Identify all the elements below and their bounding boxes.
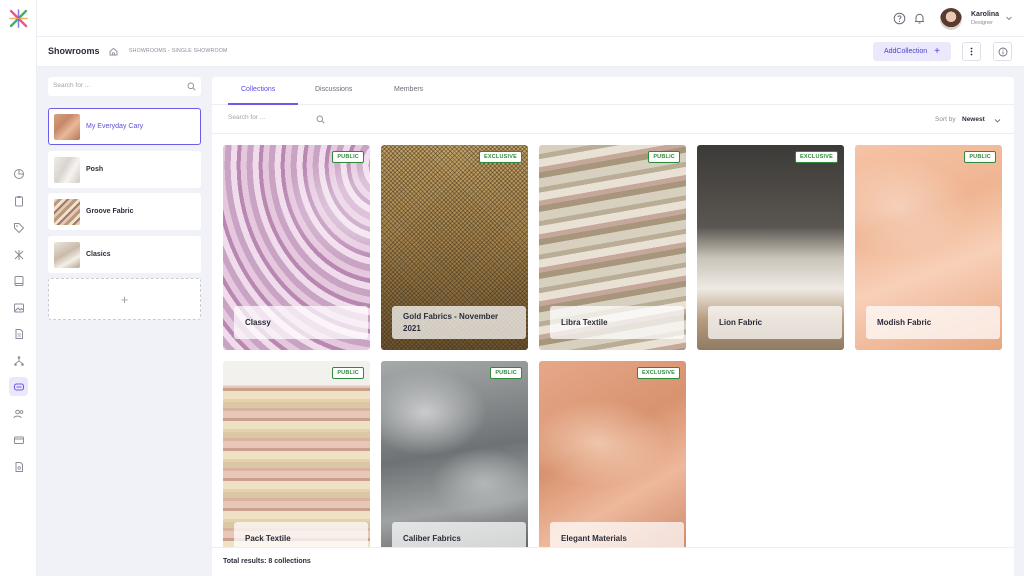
clipboard-icon[interactable] xyxy=(9,191,28,210)
collection-card[interactable]: EXCLUSIVE Lion Fabric xyxy=(697,145,844,350)
collection-name: Pack Textile xyxy=(245,533,291,543)
plus-icon: + xyxy=(934,46,941,57)
top-bar: Karolina Designer xyxy=(37,0,1024,37)
showroom-thumbnail xyxy=(54,199,80,225)
help-circle-icon[interactable] xyxy=(893,12,906,25)
collections-panel: Collections Discussions Members Sort by … xyxy=(212,77,1014,576)
user-role: Designer xyxy=(971,20,994,26)
visibility-badge: EXCLUSIVE xyxy=(479,151,522,163)
visibility-badge: EXCLUSIVE xyxy=(795,151,838,163)
page-title: Showrooms xyxy=(48,46,100,56)
collection-card[interactable]: PUBLIC Libra Textile xyxy=(539,145,686,350)
hierarchy-icon[interactable] xyxy=(9,351,28,370)
info-icon xyxy=(998,47,1007,56)
collection-card[interactable]: PUBLIC Modish Fabric xyxy=(855,145,1002,350)
collection-name: Modish Fabric xyxy=(877,317,932,327)
collection-name-box: Lion Fabric xyxy=(708,306,842,339)
search-icon[interactable] xyxy=(187,82,196,91)
visibility-badge: PUBLIC xyxy=(964,151,996,163)
showroom-search xyxy=(48,77,201,96)
more-options-button[interactable] xyxy=(962,42,981,61)
tag-icon[interactable] xyxy=(9,218,28,237)
results-footer: Total results: 8 collections xyxy=(212,547,1014,576)
tab-collections[interactable]: Collections xyxy=(241,86,275,93)
collection-name: Libra Textile xyxy=(561,317,608,327)
plus-icon: + xyxy=(120,291,129,307)
document-icon[interactable] xyxy=(9,324,28,343)
search-icon[interactable] xyxy=(316,115,325,124)
collection-card[interactable]: PUBLIC Classy xyxy=(223,145,370,350)
collection-name-box: Caliber Fabrics xyxy=(392,522,526,547)
collection-name-box: Elegant Materials xyxy=(550,522,684,547)
collection-name: Classy xyxy=(245,317,271,327)
collection-name-box: Pack Textile xyxy=(234,522,368,547)
app-logo[interactable] xyxy=(8,8,29,29)
breadcrumb[interactable]: SHOWROOMS - SINGLE SHOWROOM xyxy=(129,48,228,54)
add-collection-label: AddCollection xyxy=(883,48,928,55)
collection-name-box: Modish Fabric xyxy=(866,306,1000,339)
tab-bar: Collections Discussions Members xyxy=(212,77,1014,105)
users-icon[interactable] xyxy=(9,404,28,423)
add-showroom-button[interactable]: + xyxy=(48,278,201,320)
showroom-label: Groove Fabric xyxy=(86,208,134,215)
chevron-down-icon[interactable] xyxy=(994,117,1001,124)
page-header: Showrooms SHOWROOMS - SINGLE SHOWROOM Ad… xyxy=(37,37,1024,67)
showroom-item-posh[interactable]: Posh xyxy=(48,151,201,188)
collections-toolbar: Sort by Newest xyxy=(212,105,1014,134)
collections-grid: PUBLIC Classy EXCLUSIVE Gold Fabrics - N… xyxy=(212,134,1014,547)
showroom-search-input[interactable] xyxy=(53,82,183,89)
chevron-down-icon[interactable] xyxy=(1005,14,1013,22)
collection-card[interactable]: PUBLIC Caliber Fabrics xyxy=(381,361,528,547)
collection-card[interactable]: PUBLIC Pack Textile xyxy=(223,361,370,547)
dashboard-icon[interactable] xyxy=(9,164,28,183)
showroom-label: Posh xyxy=(86,166,104,173)
sort-label: Sort by xyxy=(935,116,956,123)
showroom-label: My Everyday Cary xyxy=(86,123,144,130)
collection-name: Caliber Fabrics xyxy=(403,533,461,543)
book-icon[interactable] xyxy=(9,271,28,290)
sort-dropdown[interactable]: Newest xyxy=(962,116,985,123)
collection-name-box: Classy xyxy=(234,306,368,339)
showroom-item-clasics[interactable]: Clasics xyxy=(48,236,201,273)
user-name[interactable]: Karolina xyxy=(971,11,999,18)
collection-search-input[interactable] xyxy=(228,114,308,121)
total-results: Total results: 8 collections xyxy=(223,558,311,565)
visibility-badge: PUBLIC xyxy=(332,151,364,163)
add-collection-button[interactable]: AddCollection + xyxy=(873,42,951,61)
info-button[interactable] xyxy=(993,42,1012,61)
file-settings-icon[interactable] xyxy=(9,457,28,476)
tab-discussions[interactable]: Discussions xyxy=(315,86,352,93)
showroom-thumbnail xyxy=(54,157,80,183)
collection-name-box: Libra Textile xyxy=(550,306,684,339)
showroom-label: Clasics xyxy=(86,251,111,258)
visibility-badge: EXCLUSIVE xyxy=(637,367,680,379)
collection-card[interactable]: EXCLUSIVE Elegant Materials xyxy=(539,361,686,547)
showroom-icon[interactable] xyxy=(9,377,28,396)
left-nav-rail xyxy=(0,0,37,576)
avatar[interactable] xyxy=(940,8,962,30)
card-icon[interactable] xyxy=(9,430,28,449)
showroom-item-my-everyday-cary[interactable]: My Everyday Cary xyxy=(48,108,201,145)
collection-name-box: Gold Fabrics - November 2021 xyxy=(392,306,526,339)
image-icon[interactable] xyxy=(9,298,28,317)
home-icon[interactable] xyxy=(109,47,118,56)
visibility-badge: PUBLIC xyxy=(332,367,364,379)
collection-name: Lion Fabric xyxy=(719,317,763,327)
visibility-badge: PUBLIC xyxy=(648,151,680,163)
showroom-thumbnail xyxy=(54,114,80,140)
collection-name: Gold Fabrics - November 2021 xyxy=(403,311,499,333)
collection-card[interactable]: EXCLUSIVE Gold Fabrics - November 2021 xyxy=(381,145,528,350)
tab-members[interactable]: Members xyxy=(394,86,423,93)
visibility-badge: PUBLIC xyxy=(490,367,522,379)
collection-name: Elegant Materials xyxy=(561,533,627,543)
showroom-thumbnail xyxy=(54,242,80,268)
showroom-item-groove-fabric[interactable]: Groove Fabric xyxy=(48,193,201,230)
vertical-dots-icon xyxy=(970,47,973,56)
bell-icon[interactable] xyxy=(913,12,926,25)
fabric-cross-icon[interactable] xyxy=(9,245,28,264)
